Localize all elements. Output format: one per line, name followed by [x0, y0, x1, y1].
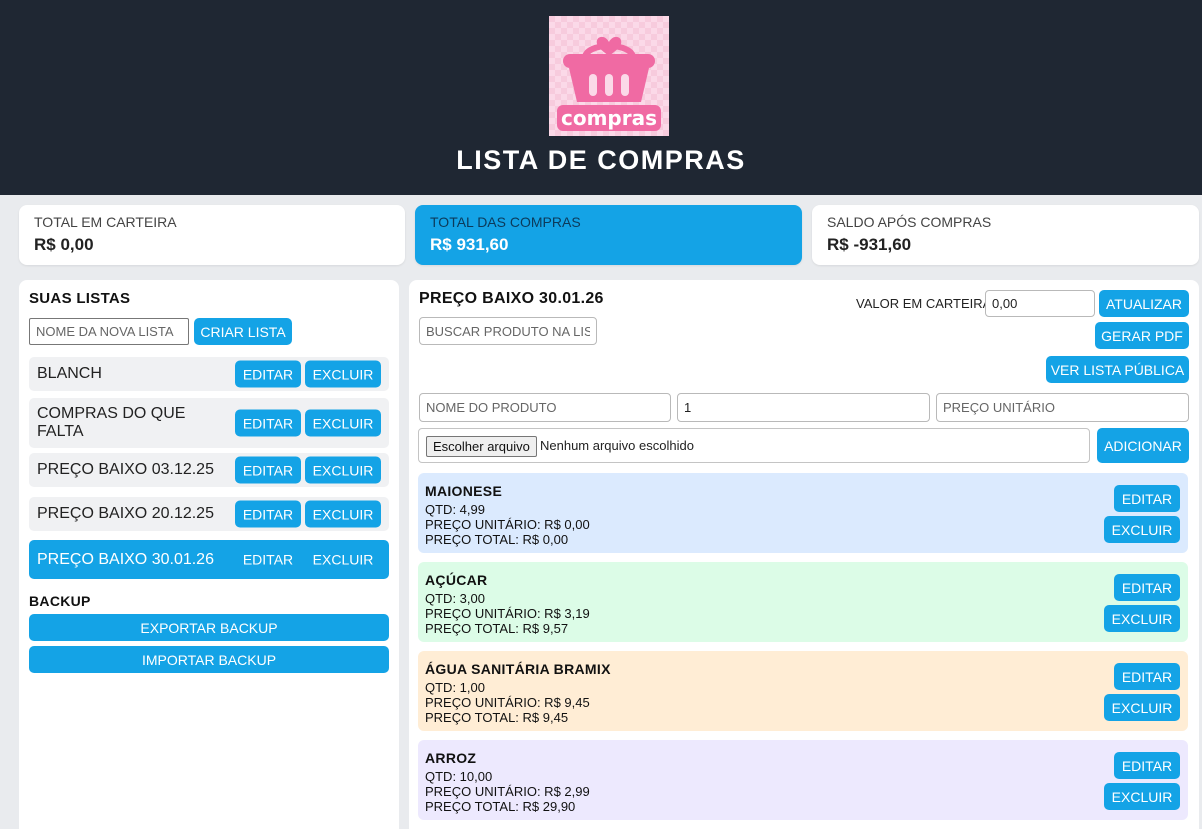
app-header: compras LISTA DE COMPRAS: [0, 0, 1202, 195]
image-file-input[interactable]: Escolher arquivo Nenhum arquivo escolhid…: [418, 428, 1090, 463]
wallet-total-label: TOTAL EM CARTEIRA: [34, 214, 177, 230]
edit-product-button[interactable]: EDITAR: [1114, 485, 1180, 512]
product-total: PREÇO TOTAL: R$ 0,00: [425, 532, 569, 547]
edit-list-button[interactable]: EDITAR: [235, 409, 301, 437]
product-qty: QTD: 1,00: [425, 680, 485, 695]
edit-list-button[interactable]: EDITAR: [235, 546, 301, 573]
product-name: MAIONESE: [425, 483, 503, 499]
balance-card: SALDO APÓS COMPRAS R$ -931,60: [812, 205, 1199, 265]
product-card: ARROZ QTD: 10,00 PREÇO UNITÁRIO: R$ 2,99 PR…: [418, 740, 1188, 820]
list-item-name: PREÇO BAIXO 20.12.25: [37, 505, 214, 522]
edit-product-button[interactable]: EDITAR: [1114, 574, 1180, 601]
product-total: PREÇO TOTAL: R$ 9,57: [425, 621, 569, 636]
edit-list-button[interactable]: EDITAR: [235, 500, 301, 528]
list-detail-panel: PREÇO BAIXO 30.01.26 VALOR EM CARTEIRA A…: [409, 280, 1199, 829]
product-qty: QTD: 10,00: [425, 769, 493, 784]
product-card: MAIONESE QTD: 4,99 PREÇO UNITÁRIO: R$ 0,00…: [418, 473, 1188, 553]
product-unit: PREÇO UNITÁRIO: R$ 2,99: [425, 784, 590, 799]
product-unit: PREÇO UNITÁRIO: R$ 0,00: [425, 517, 590, 532]
app-logo: compras: [549, 16, 669, 136]
list-item[interactable]: COMPRAS DO QUE FALTA EDITAR EXCLUIR: [29, 398, 389, 448]
delete-list-button[interactable]: EXCLUIR: [305, 546, 381, 573]
choose-file-button[interactable]: Escolher arquivo: [426, 436, 537, 457]
balance-value: R$ -931,60: [827, 235, 912, 254]
product-name: ÁGUA SANITÁRIA BRAMIX: [425, 661, 611, 677]
list-item-name: COMPRAS DO QUE FALTA: [37, 405, 186, 440]
list-item-name: PREÇO BAIXO 03.12.25: [37, 461, 214, 478]
product-qty: QTD: 4,99: [425, 502, 485, 517]
file-status: Nenhum arquivo escolhido: [540, 438, 694, 453]
edit-product-button[interactable]: EDITAR: [1114, 663, 1180, 690]
balance-label: SALDO APÓS COMPRAS: [827, 214, 992, 230]
search-product-input[interactable]: [419, 317, 597, 345]
delete-product-button[interactable]: EXCLUIR: [1104, 694, 1180, 721]
product-name-input[interactable]: [419, 393, 671, 422]
list-item[interactable]: PREÇO BAIXO 20.12.25 EDITAR EXCLUIR: [29, 497, 389, 531]
product-unit: PREÇO UNITÁRIO: R$ 3,19: [425, 606, 590, 621]
list-item-name: PREÇO BAIXO 30.01.26: [37, 550, 214, 568]
edit-list-button[interactable]: EDITAR: [235, 456, 301, 484]
delete-list-button[interactable]: EXCLUIR: [305, 500, 381, 528]
update-wallet-button[interactable]: ATUALIZAR: [1099, 290, 1189, 317]
purchases-total-card: TOTAL DAS COMPRAS R$ 931,60: [415, 205, 802, 265]
purchases-total-label: TOTAL DAS COMPRAS: [430, 214, 581, 230]
edit-list-button[interactable]: EDITAR: [235, 360, 301, 388]
purchases-total-value: R$ 931,60: [430, 235, 509, 254]
lists-title: SUAS LISTAS: [29, 290, 131, 307]
wallet-value-input[interactable]: [985, 290, 1095, 317]
product-name: AÇÚCAR: [425, 572, 488, 588]
product-total: PREÇO TOTAL: R$ 29,90: [425, 799, 576, 814]
generate-pdf-button[interactable]: GERAR PDF: [1095, 322, 1189, 349]
wallet-value-label: VALOR EM CARTEIRA: [856, 296, 992, 311]
new-list-input[interactable]: [29, 318, 189, 345]
product-card: ÁGUA SANITÁRIA BRAMIX QTD: 1,00 PREÇO UNIT…: [418, 651, 1188, 731]
list-item-name: BLANCH: [37, 365, 102, 382]
wallet-total-value: R$ 0,00: [34, 235, 94, 254]
wallet-total-card: TOTAL EM CARTEIRA R$ 0,00: [19, 205, 405, 265]
product-card: AÇÚCAR QTD: 3,00 PREÇO UNITÁRIO: R$ 3,19 PR…: [418, 562, 1188, 642]
public-list-button[interactable]: VER LISTA PÚBLICA: [1046, 356, 1189, 383]
edit-product-button[interactable]: EDITAR: [1114, 752, 1180, 779]
list-item[interactable]: BLANCH EDITAR EXCLUIR: [29, 357, 389, 391]
delete-product-button[interactable]: EXCLUIR: [1104, 783, 1180, 810]
logo-text: compras: [561, 106, 657, 130]
import-backup-button[interactable]: IMPORTAR BACKUP: [29, 646, 389, 673]
lists-panel: SUAS LISTAS CRIAR LISTA BLANCHEDITAREXCL…: [19, 280, 399, 829]
backup-title: BACKUP: [29, 593, 91, 609]
list-item[interactable]: PREÇO BAIXO 03.12.25 EDITAR EXCLUIR: [29, 453, 389, 487]
list-item[interactable]: PREÇO BAIXO 30.01.26 EDITAR EXCLUIR: [29, 540, 389, 579]
quantity-input[interactable]: [677, 393, 930, 422]
add-product-button[interactable]: ADICIONAR: [1097, 428, 1189, 463]
delete-product-button[interactable]: EXCLUIR: [1104, 605, 1180, 632]
delete-list-button[interactable]: EXCLUIR: [305, 409, 381, 437]
product-unit: PREÇO UNITÁRIO: R$ 9,45: [425, 695, 590, 710]
product-qty: QTD: 3,00: [425, 591, 485, 606]
product-name: ARROZ: [425, 750, 477, 766]
export-backup-button[interactable]: EXPORTAR BACKUP: [29, 614, 389, 641]
delete-list-button[interactable]: EXCLUIR: [305, 456, 381, 484]
product-total: PREÇO TOTAL: R$ 9,45: [425, 710, 569, 725]
create-list-button[interactable]: CRIAR LISTA: [194, 318, 292, 345]
unit-price-input[interactable]: [936, 393, 1189, 422]
page-title: LISTA DE COMPRAS: [456, 145, 746, 175]
delete-list-button[interactable]: EXCLUIR: [305, 360, 381, 388]
delete-product-button[interactable]: EXCLUIR: [1104, 516, 1180, 543]
list-title: PREÇO BAIXO 30.01.26: [419, 290, 604, 307]
